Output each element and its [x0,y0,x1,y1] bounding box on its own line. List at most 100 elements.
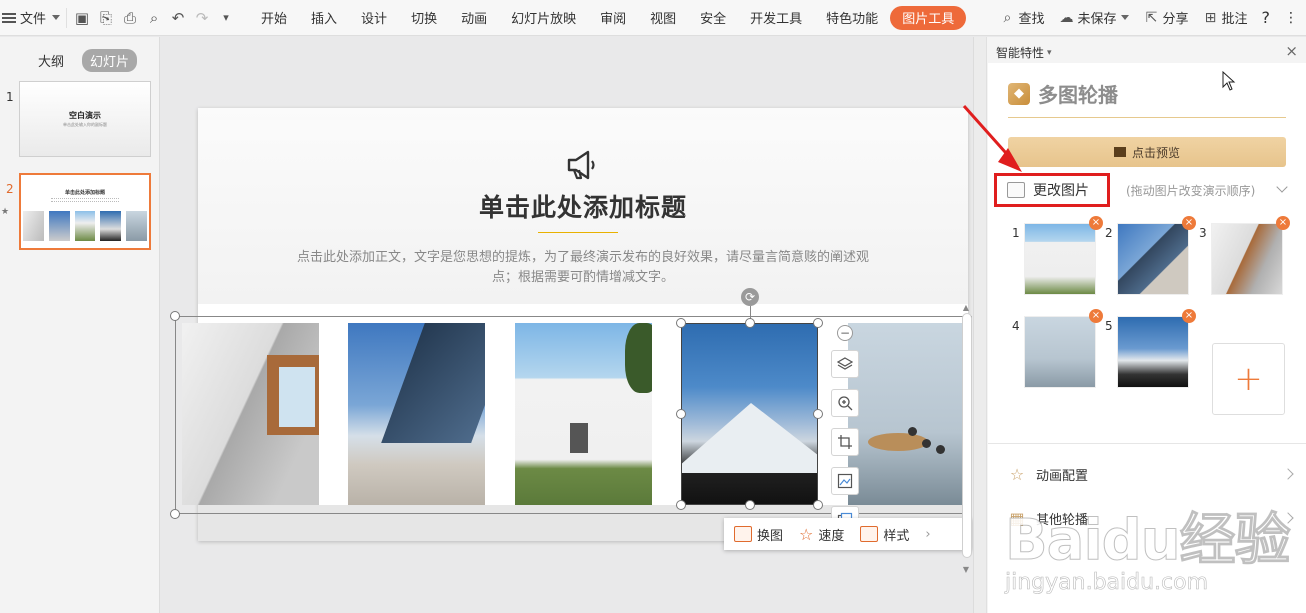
style-button[interactable]: 样式 [860,525,909,544]
slide-thumbnail-2[interactable]: 单击此处添加标题 [19,173,151,250]
cloud-icon: ☁ [1059,9,1074,26]
comment-label: 批注 [1221,12,1248,27]
image-icon [1007,182,1025,198]
help-label: ? [1261,8,1271,27]
vertical-scrollbar[interactable] [962,313,972,558]
hamburger-icon [2,12,16,23]
remove-image-icon[interactable]: × [1182,216,1196,230]
tab-security[interactable]: 安全 [688,6,738,30]
tab-picture-tools[interactable]: 图片工具 [890,5,967,30]
remove-image-icon[interactable]: × [1276,216,1290,230]
chevron-down-icon: ▾ [1047,47,1052,58]
remove-image-icon[interactable]: × [1182,309,1196,323]
more-button[interactable]: ⋮ [1284,10,1298,26]
resize-handle[interactable] [676,409,686,419]
comment-button[interactable]: ⊞ 批注 [1202,8,1248,28]
animation-star-icon: ★ [1,207,10,217]
print-preview-icon[interactable]: ⌕ [145,9,163,27]
chevron-right-icon[interactable]: › [925,527,930,542]
resize-handle[interactable] [745,318,755,328]
tab-review[interactable]: 审阅 [588,6,638,30]
add-image-button[interactable]: + [1212,343,1285,415]
save-status-button[interactable]: ☁ 未保存 [1058,8,1130,27]
crop-icon[interactable] [831,428,859,456]
collapse-toolbar-icon[interactable]: − [837,325,853,341]
slide-thumbnail-1[interactable]: 空白演示 单击此处输入你的副标题 [19,81,151,157]
tab-slides[interactable]: 幻灯片 [82,49,138,72]
speed-button[interactable]: ☆ 速度 [799,525,844,544]
star-icon: ☆ [799,524,814,544]
slide-thumbnail-pane: 大纲 幻灯片 1 空白演示 单击此处输入你的副标题 2 ★ 单击此处添加标题 [0,37,160,613]
customize-icon[interactable]: ▾ [217,9,235,27]
resize-handle[interactable] [170,311,180,321]
chevron-down-icon[interactable] [1276,181,1288,193]
save-icon[interactable]: ▣ [73,9,91,27]
other-carousel-row[interactable]: ▦ 其他轮播 [1008,503,1294,533]
panel-image-3[interactable] [1211,223,1283,295]
panel-side-strip [974,37,987,613]
resize-handle[interactable] [676,318,686,328]
tab-developer[interactable]: 开发工具 [738,6,814,30]
scroll-up-icon[interactable]: ▲ [961,303,971,312]
tab-special-features[interactable]: 特色功能 [814,6,890,30]
slide-title[interactable]: 单击此处添加标题 [198,188,968,224]
carousel-image-5[interactable] [848,323,968,505]
panel-image-2[interactable] [1117,223,1189,295]
panel-image-1[interactable] [1024,223,1096,295]
preview-icon [1113,147,1126,157]
slide-body-text[interactable]: 点击此处添加正文，文字是您思想的提炼，为了最终演示发布的良好效果，请尽量言简意赅… [288,248,878,288]
carousel-image-4[interactable] [681,323,818,505]
print-icon[interactable]: ⎙ [121,9,139,27]
scroll-down-icon[interactable]: ▼ [961,565,971,574]
change-image-button[interactable]: 更改图片 [994,173,1110,207]
panel-header[interactable]: 智能特性 ▾ [996,44,1052,61]
search-icon: ⌕ [1003,9,1012,26]
layers-icon[interactable] [831,350,859,378]
change-image-label: 更改图片 [1033,183,1089,199]
resize-handle[interactable] [676,500,686,510]
panel-image-4[interactable] [1024,316,1096,388]
resize-handle[interactable] [170,509,180,519]
preview-button[interactable]: 点击预览 [1008,137,1286,167]
panel-content: ◆ 多图轮播 点击预览 更改图片 (拖动图片改变演示顺序) 1 × 2 × 3 … [988,63,1306,613]
remove-image-icon[interactable]: × [1089,309,1103,323]
tab-home[interactable]: 开始 [249,6,299,30]
panel-image-5[interactable] [1117,316,1189,388]
undo-icon[interactable]: ↶ [169,9,187,27]
rotate-handle-icon[interactable]: ⟳ [741,288,759,306]
resize-handle[interactable] [745,500,755,510]
carousel-image-3[interactable] [515,323,652,505]
close-icon[interactable]: × [1285,42,1298,60]
carousel-image-1[interactable] [182,323,319,505]
redo-icon[interactable]: ↷ [193,9,211,27]
file-menu[interactable]: 文件 [0,0,66,36]
resize-handle[interactable] [813,409,823,419]
mouse-cursor-icon [1222,71,1236,91]
chevron-down-icon [52,15,61,20]
slide-thumbnail-body [51,198,119,202]
search-button[interactable]: ⌕ 查找 [999,8,1045,28]
help-button[interactable]: ? [1262,8,1271,27]
carousel-logo-icon: ◆ [1008,82,1030,105]
panel-divider [1008,117,1286,118]
tab-transition[interactable]: 切换 [399,6,449,30]
file-menu-label: 文件 [20,12,47,27]
animation-config-row[interactable]: ☆ 动画配置 [1008,459,1294,489]
tab-animation[interactable]: 动画 [449,6,499,30]
carousel-image-2[interactable] [348,323,485,505]
zoom-icon[interactable] [831,389,859,417]
tab-slideshow[interactable]: 幻灯片放映 [499,6,588,30]
tab-view[interactable]: 视图 [638,6,688,30]
preview-label: 点击预览 [1131,145,1180,160]
tab-insert[interactable]: 插入 [299,6,349,30]
resize-handle[interactable] [813,318,823,328]
reorder-hint: (拖动图片改变演示顺序) [1126,184,1256,198]
share-button[interactable]: ⇱ 分享 [1143,8,1189,28]
tab-design[interactable]: 设计 [349,6,399,30]
image-frame-icon[interactable] [831,467,859,495]
resize-handle[interactable] [813,500,823,510]
format-painter-icon[interactable]: ⎘ [97,9,115,27]
tab-outline[interactable]: 大纲 [30,49,72,72]
replace-image-button[interactable]: 换图 [734,525,783,544]
remove-image-icon[interactable]: × [1089,216,1103,230]
